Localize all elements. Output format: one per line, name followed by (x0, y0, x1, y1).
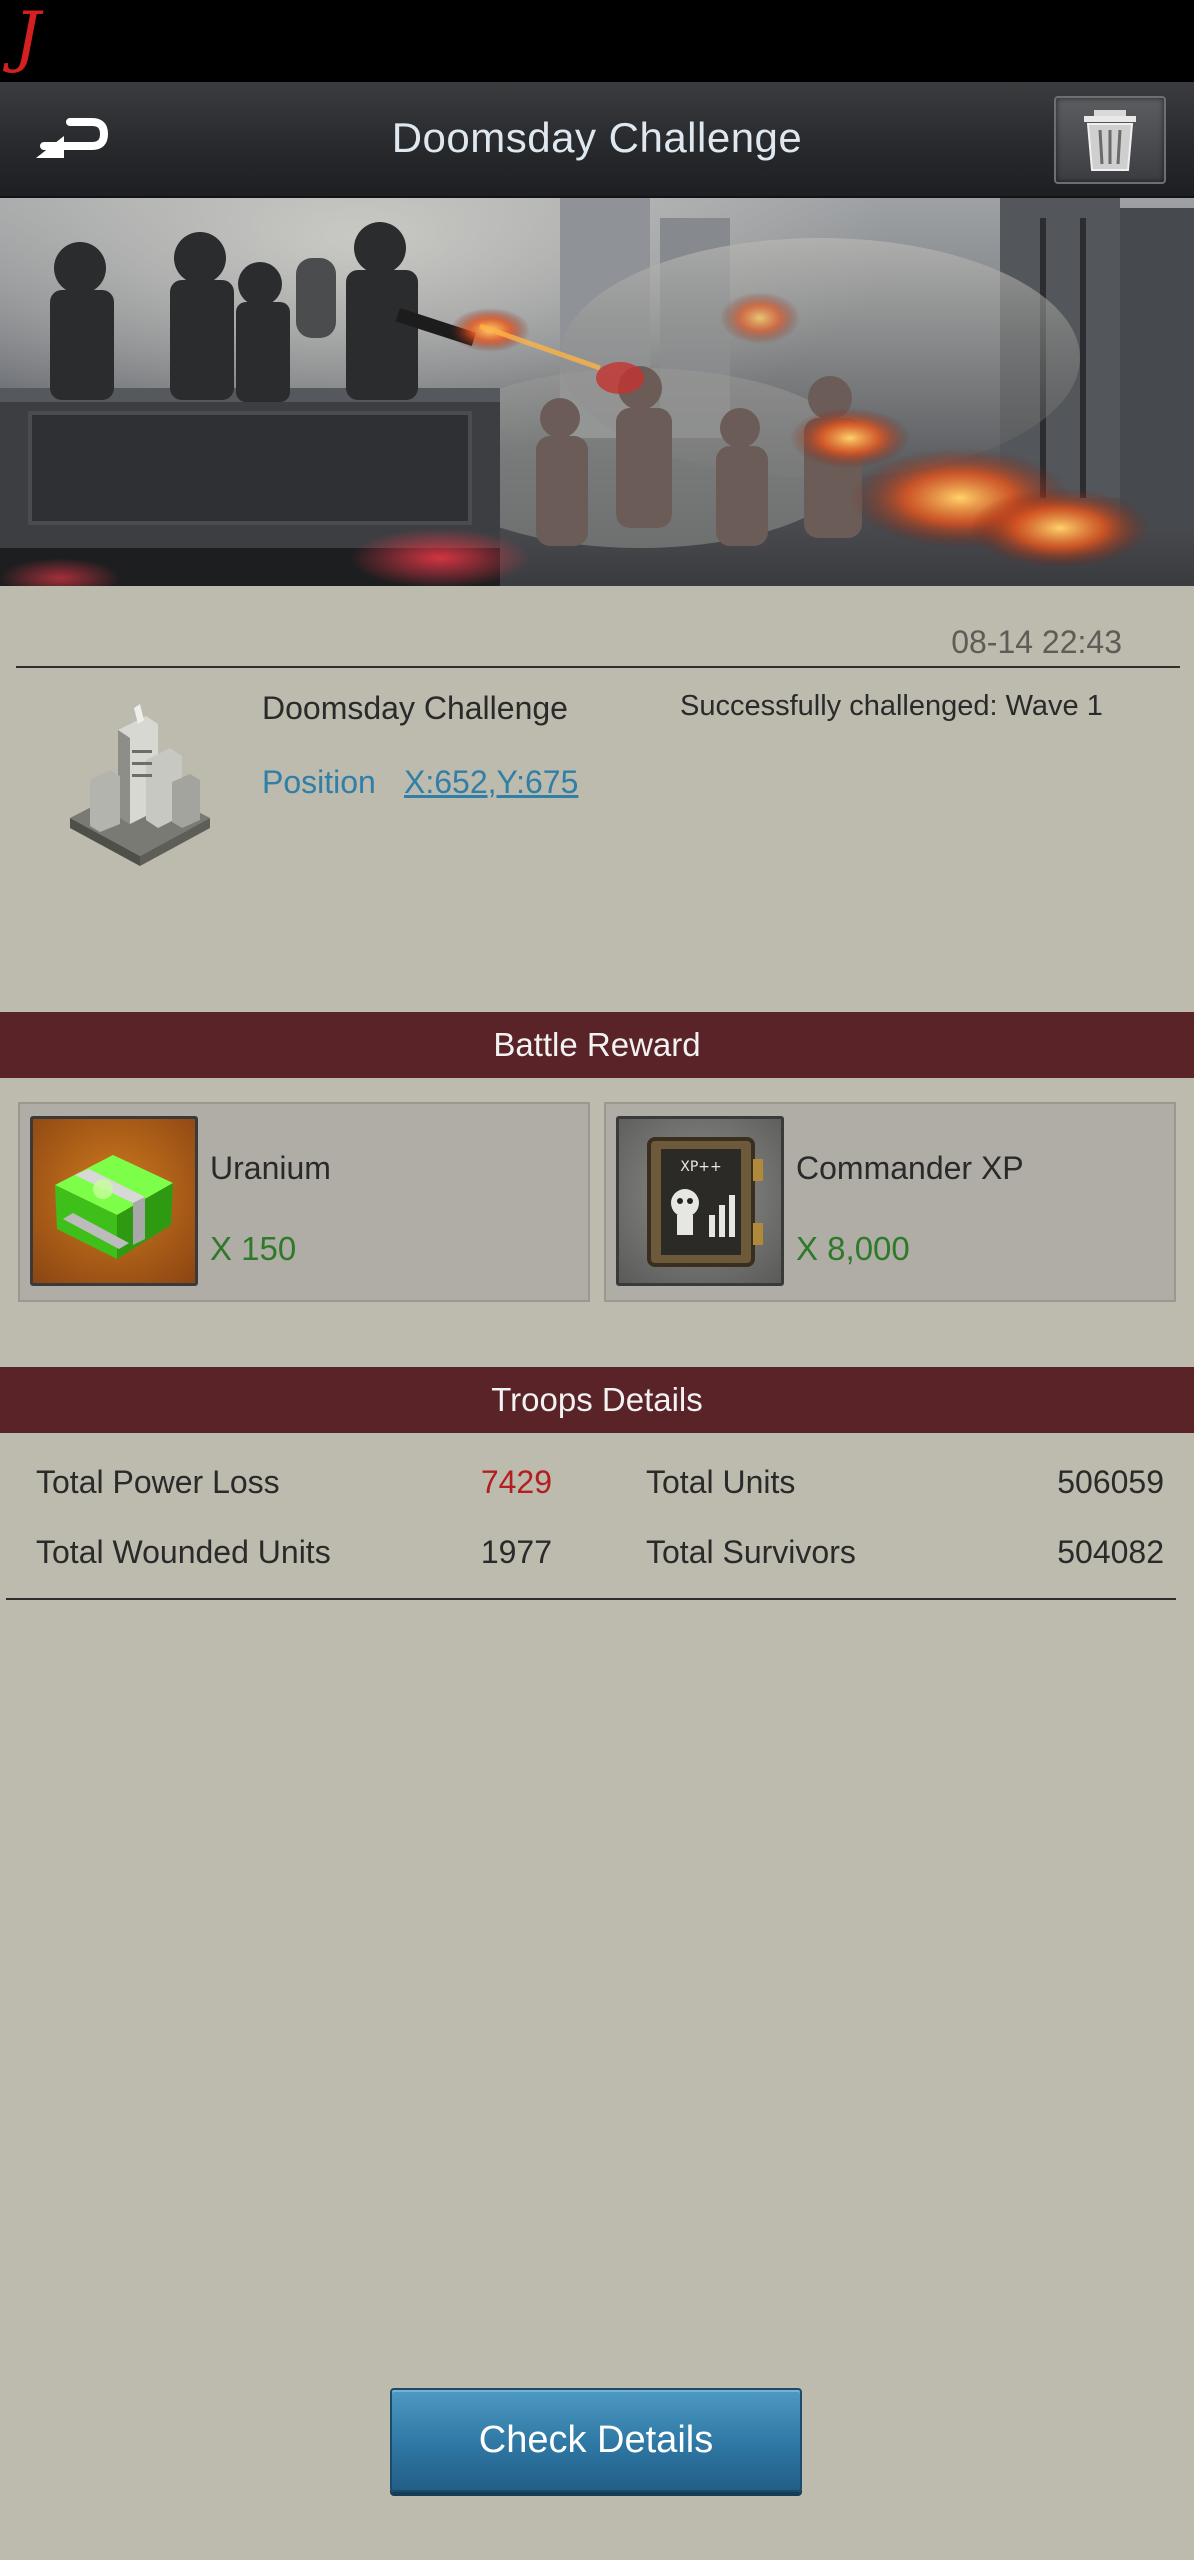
troops-details-header: Troops Details (0, 1367, 1194, 1433)
battle-scene-illustration (0, 198, 1194, 586)
uranium-crate-icon (30, 1116, 198, 1286)
header-bar: Doomsday Challenge (0, 82, 1194, 198)
svg-text:XP++: XP++ (680, 1159, 722, 1175)
status-mark: J (14, 0, 41, 75)
trash-icon (1084, 110, 1136, 171)
reward-name: Commander XP (796, 1150, 1024, 1186)
total-survivors-value: 504082 (1057, 1534, 1164, 1570)
page-title: Doomsday Challenge (391, 114, 803, 161)
delete-button[interactable] (1054, 96, 1166, 184)
total-units-value: 506059 (1057, 1464, 1164, 1500)
total-survivors-label: Total Survivors (646, 1534, 856, 1570)
total-wounded-units-label: Total Wounded Units (36, 1534, 331, 1570)
battle-banner-image (0, 198, 1194, 586)
total-wounded-units-value: 1977 (480, 1534, 552, 1570)
reward-card: Uranium X 150 (18, 1102, 590, 1302)
report-title: Doomsday Challenge (262, 690, 568, 726)
battle-reward-header: Battle Reward (0, 1012, 1194, 1078)
report-timestamp: 08-14 22:43 (951, 624, 1122, 660)
total-power-loss-label: Total Power Loss (36, 1464, 280, 1500)
total-units-label: Total Units (646, 1464, 796, 1500)
divider (16, 666, 1180, 668)
reward-quantity: X 8,000 (796, 1230, 910, 1267)
xp-book-icon: XP++ (616, 1116, 784, 1286)
reward-name: Uranium (210, 1150, 331, 1186)
check-details-button[interactable]: Check Details (390, 2388, 802, 2492)
status-strip: J (0, 0, 1194, 82)
divider (6, 1598, 1176, 1600)
total-power-loss-value: 7429 (480, 1464, 552, 1500)
report-status: Successfully challenged: Wave 1 (680, 690, 1103, 722)
reward-quantity: X 150 (210, 1230, 297, 1267)
position-label: Position (262, 764, 376, 800)
city-building-icon (60, 700, 220, 870)
position-coordinates-link[interactable]: X:652,Y:675 (404, 764, 578, 801)
reward-card: XP++ Commander XP X 8,000 (604, 1102, 1176, 1302)
